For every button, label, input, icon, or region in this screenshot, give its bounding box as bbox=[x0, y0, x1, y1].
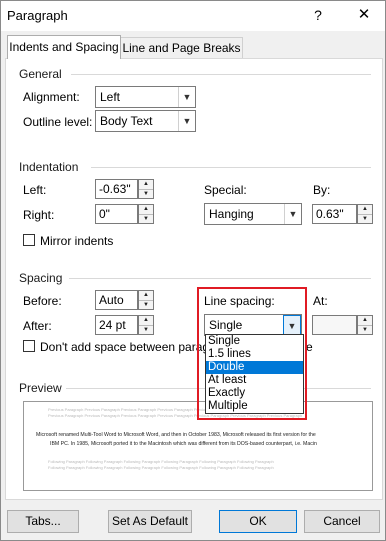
arrow-down-icon[interactable]: ▼ bbox=[139, 215, 153, 224]
at-input[interactable] bbox=[312, 315, 357, 335]
right-indent-input[interactable]: 0" bbox=[95, 204, 138, 224]
by-spinner[interactable]: ▲ ▼ bbox=[357, 204, 373, 224]
indentation-divider bbox=[91, 167, 371, 168]
outline-level-select[interactable]: Body Text ▼ bbox=[95, 110, 196, 132]
special-label: Special: bbox=[204, 183, 247, 197]
arrow-up-icon[interactable]: ▲ bbox=[139, 205, 153, 215]
arrow-down-icon[interactable]: ▼ bbox=[139, 190, 153, 199]
arrow-up-icon[interactable]: ▲ bbox=[139, 316, 153, 326]
arrow-up-icon[interactable]: ▲ bbox=[139, 180, 153, 190]
general-heading: General bbox=[19, 67, 62, 81]
at-spinner[interactable]: ▲ ▼ bbox=[357, 315, 373, 335]
chevron-down-icon: ▼ bbox=[178, 111, 195, 131]
mirror-indents-checkbox[interactable] bbox=[23, 234, 35, 246]
line-spacing-dropdown[interactable]: Single 1.5 lines Double At least Exactly… bbox=[205, 334, 304, 414]
general-divider bbox=[71, 74, 371, 75]
before-label: Before: bbox=[23, 294, 62, 308]
left-indent-input[interactable]: -0.63" bbox=[95, 179, 138, 199]
title-bar: Paragraph ? ✕ bbox=[1, 1, 385, 31]
special-select[interactable]: Hanging ▼ bbox=[204, 203, 302, 225]
ok-button[interactable]: OK bbox=[219, 510, 297, 533]
dont-add-space-label-end: e bbox=[306, 340, 313, 354]
arrow-down-icon[interactable]: ▼ bbox=[358, 215, 372, 224]
paragraph-dialog: Paragraph ? ✕ Indents and Spacing Line a… bbox=[0, 0, 386, 541]
chevron-down-icon: ▼ bbox=[284, 204, 301, 224]
set-as-default-button[interactable]: Set As Default bbox=[108, 510, 192, 533]
option-double[interactable]: Double bbox=[206, 361, 303, 374]
chevron-down-icon: ▼ bbox=[178, 87, 195, 107]
option-exactly[interactable]: Exactly bbox=[206, 387, 303, 400]
preview-body-line: Microsoft renamed Multi-Tool Word to Mic… bbox=[36, 432, 316, 438]
close-icon[interactable]: ✕ bbox=[351, 5, 377, 25]
arrow-down-icon[interactable]: ▼ bbox=[139, 326, 153, 335]
spacing-heading: Spacing bbox=[19, 271, 63, 285]
arrow-down-icon[interactable]: ▼ bbox=[139, 301, 153, 310]
preview-heading: Preview bbox=[19, 381, 62, 395]
arrow-down-icon[interactable]: ▼ bbox=[358, 326, 372, 335]
arrow-up-icon[interactable]: ▲ bbox=[358, 316, 372, 326]
after-label: After: bbox=[23, 319, 52, 333]
after-spinner[interactable]: ▲ ▼ bbox=[138, 315, 154, 335]
alignment-label: Alignment: bbox=[23, 90, 80, 104]
left-indent-spinner[interactable]: ▲ ▼ bbox=[138, 179, 154, 199]
tabs-button[interactable]: Tabs... bbox=[7, 510, 79, 533]
left-indent-label: Left: bbox=[23, 183, 47, 197]
arrow-up-icon[interactable]: ▲ bbox=[358, 205, 372, 215]
spacing-divider bbox=[69, 278, 371, 279]
preview-following-paragraph: Following Paragraph Following Paragraph … bbox=[48, 465, 274, 470]
arrow-up-icon[interactable]: ▲ bbox=[139, 291, 153, 301]
alignment-select[interactable]: Left ▼ bbox=[95, 86, 196, 108]
tab-line-and-page-breaks[interactable]: Line and Page Breaks bbox=[120, 37, 243, 58]
preview-body-line: IBM PC. In 1985, Microsoft ported it to … bbox=[50, 441, 317, 447]
option-1-5-lines[interactable]: 1.5 lines bbox=[206, 348, 303, 361]
dont-add-space-checkbox[interactable] bbox=[23, 340, 35, 352]
by-label: By: bbox=[313, 183, 331, 197]
option-at-least[interactable]: At least bbox=[206, 374, 303, 387]
by-input[interactable]: 0.63" bbox=[312, 204, 357, 224]
before-input[interactable]: Auto bbox=[95, 290, 138, 310]
option-single[interactable]: Single bbox=[206, 335, 303, 348]
mirror-indents-label: Mirror indents bbox=[40, 234, 114, 248]
option-multiple[interactable]: Multiple bbox=[206, 400, 303, 413]
dialog-title: Paragraph bbox=[7, 8, 68, 23]
cancel-button[interactable]: Cancel bbox=[304, 510, 380, 533]
right-indent-label: Right: bbox=[23, 208, 55, 222]
dont-add-space-label: Don't add space between paragra bbox=[40, 340, 220, 354]
help-button[interactable]: ? bbox=[306, 5, 330, 25]
before-spinner[interactable]: ▲ ▼ bbox=[138, 290, 154, 310]
indentation-heading: Indentation bbox=[19, 160, 79, 174]
at-label: At: bbox=[313, 294, 328, 308]
tab-indents-and-spacing[interactable]: Indents and Spacing bbox=[7, 35, 121, 59]
outline-level-label: Outline level: bbox=[23, 115, 93, 129]
after-input[interactable]: 24 pt bbox=[95, 315, 138, 335]
right-indent-spinner[interactable]: ▲ ▼ bbox=[138, 204, 154, 224]
